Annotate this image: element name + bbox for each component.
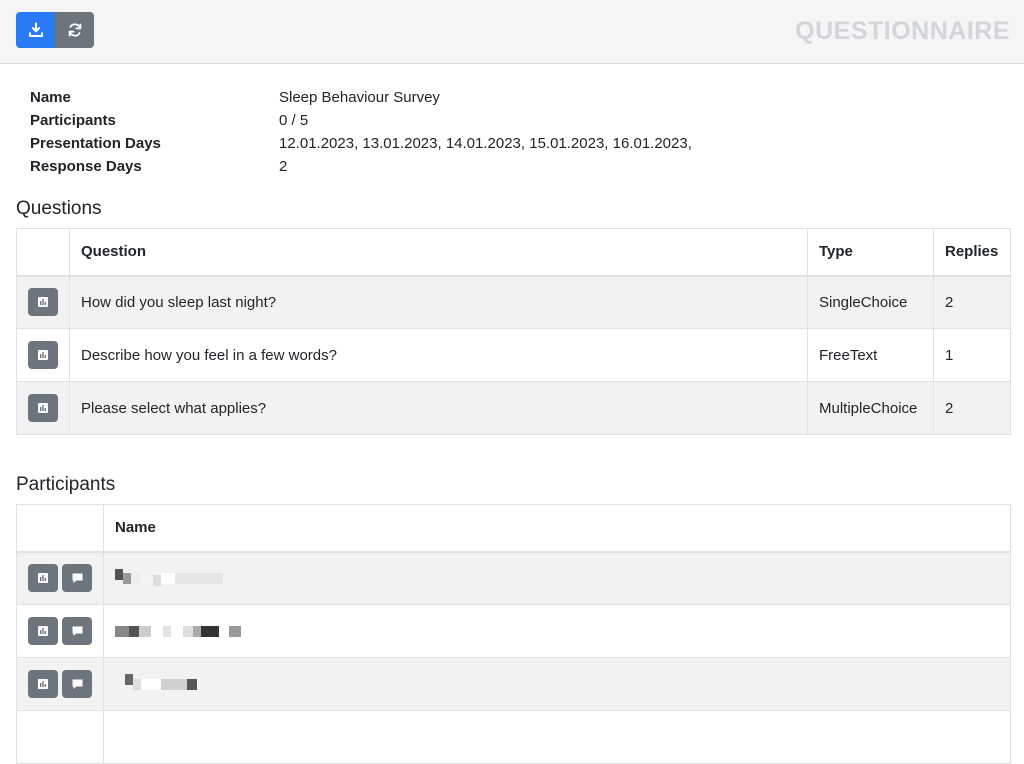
participant-message-button[interactable] [62, 564, 92, 593]
bar-chart-icon [38, 297, 48, 308]
table-row [16, 657, 1011, 711]
question-replies: 2 [933, 381, 1011, 435]
participant-name-redacted [103, 604, 1011, 658]
participants-table: Name [16, 504, 1011, 764]
question-type: MultipleChoice [807, 381, 934, 435]
app-brand: QUESTIONNAIRE [795, 17, 1010, 45]
bar-chart-icon [38, 350, 48, 360]
table-row [16, 604, 1011, 658]
participant-stats-button[interactable] [28, 670, 58, 698]
participant-name-redacted [103, 657, 1011, 711]
question-stats-button[interactable] [28, 288, 58, 317]
info-row-response-days: Response Days 2 [30, 155, 692, 178]
info-row-participants: Participants 0 / 5 [30, 109, 692, 132]
question-stats-button[interactable] [28, 394, 58, 422]
action-button-group [16, 12, 94, 48]
info-row-presentation-days: Presentation Days 12.01.2023, 13.01.2023… [30, 132, 692, 155]
column-header-actions [16, 228, 70, 277]
row-actions [16, 604, 104, 658]
question-text: Describe how you feel in a few words? [69, 328, 808, 382]
info-row-name: Name Sleep Behaviour Survey [30, 86, 692, 109]
question-replies: 2 [933, 275, 1011, 329]
info-value: 12.01.2023, 13.01.2023, 14.01.2023, 15.0… [279, 135, 692, 152]
questions-table: Question Type Replies How did you sleep … [16, 228, 1011, 435]
table-header-row: Name [16, 504, 1011, 553]
message-icon [72, 626, 82, 636]
table-row [16, 710, 1011, 764]
column-header-type[interactable]: Type [807, 228, 934, 277]
participant-name-redacted [103, 551, 1011, 605]
question-type: FreeText [807, 328, 934, 382]
column-header-name[interactable]: Name [103, 504, 1011, 553]
download-icon [28, 22, 43, 37]
bar-chart-icon [38, 403, 48, 413]
questionnaire-info: Name Sleep Behaviour Survey Participants… [30, 86, 692, 178]
column-header-actions [16, 504, 104, 553]
bar-chart-icon [38, 626, 48, 636]
info-label: Presentation Days [30, 135, 161, 152]
info-value: 2 [279, 158, 288, 175]
info-value: 0 / 5 [279, 112, 309, 129]
participant-message-button[interactable] [62, 670, 92, 698]
info-label: Response Days [30, 158, 142, 175]
info-label: Participants [30, 112, 116, 129]
refresh-button[interactable] [55, 12, 94, 48]
table-header-row: Question Type Replies [16, 228, 1011, 277]
row-actions [16, 381, 70, 435]
participant-message-button[interactable] [62, 617, 92, 645]
info-value: Sleep Behaviour Survey [279, 89, 440, 106]
bar-chart-icon [38, 679, 48, 689]
toolbar: QUESTIONNAIRE [0, 0, 1024, 64]
info-label: Name [30, 89, 71, 106]
participants-heading: Participants [16, 474, 116, 495]
participant-stats-button[interactable] [28, 564, 58, 593]
message-icon [72, 573, 82, 584]
bar-chart-icon [38, 573, 48, 584]
row-actions [16, 657, 104, 711]
column-header-question[interactable]: Question [69, 228, 808, 277]
question-replies: 1 [933, 328, 1011, 382]
table-row: How did you sleep last night? SingleChoi… [16, 275, 1011, 329]
table-row [16, 551, 1011, 605]
question-text: How did you sleep last night? [69, 275, 808, 329]
row-actions [16, 328, 70, 382]
row-actions [16, 551, 104, 605]
row-actions [16, 710, 104, 764]
questions-heading: Questions [16, 198, 102, 219]
download-button[interactable] [16, 12, 55, 48]
participant-name-redacted [103, 710, 1011, 764]
column-header-replies[interactable]: Replies [933, 228, 1011, 277]
message-icon [72, 679, 82, 689]
question-stats-button[interactable] [28, 341, 58, 369]
row-actions [16, 275, 70, 329]
question-text: Please select what applies? [69, 381, 808, 435]
refresh-icon [68, 23, 81, 37]
question-type: SingleChoice [807, 275, 934, 329]
participant-stats-button[interactable] [28, 617, 58, 645]
table-row: Please select what applies? MultipleChoi… [16, 381, 1011, 435]
table-row: Describe how you feel in a few words? Fr… [16, 328, 1011, 382]
